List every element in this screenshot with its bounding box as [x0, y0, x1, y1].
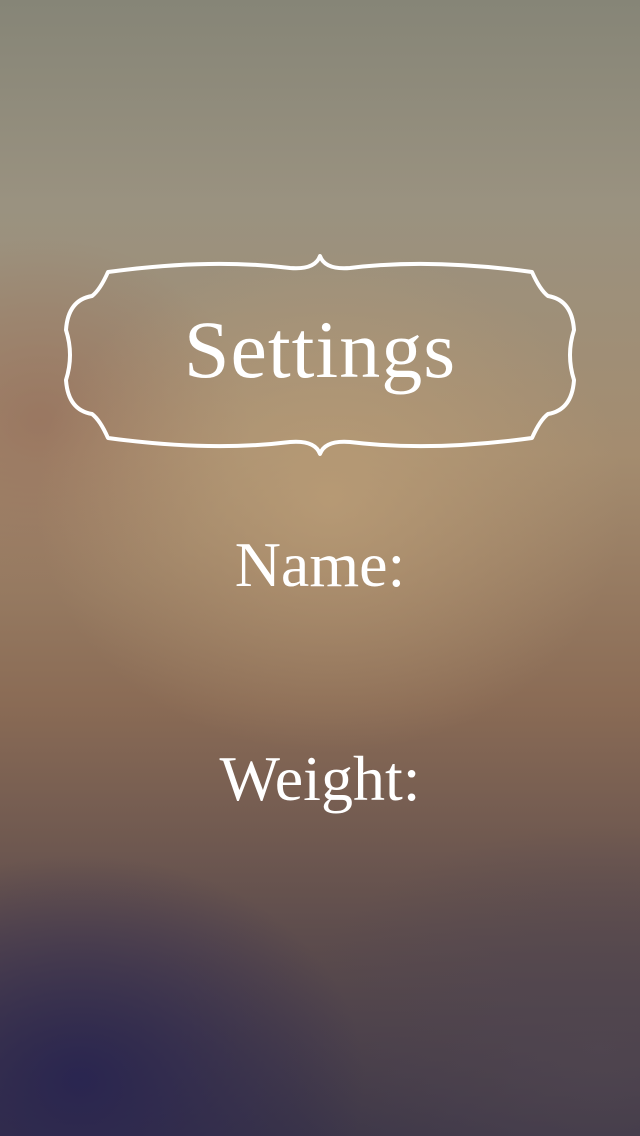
- settings-screen: Settings Name: Weight:: [0, 0, 640, 1136]
- weight-label: Weight:: [219, 743, 421, 814]
- title-banner: Settings: [60, 250, 580, 460]
- page-title: Settings: [183, 304, 457, 395]
- name-label: Name:: [234, 529, 406, 600]
